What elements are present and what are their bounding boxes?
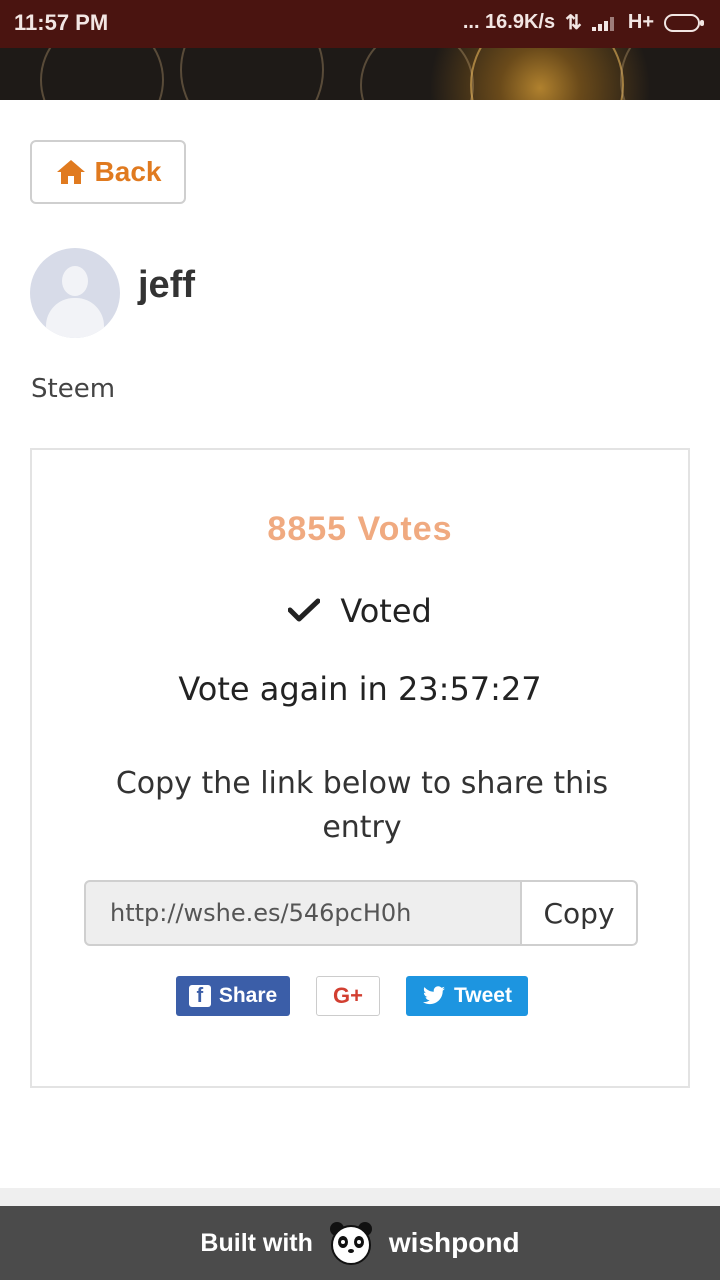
network-type: H+: [627, 11, 654, 33]
status-bar: 11:57 PM ... 16.9K/s ⇅ H+: [0, 0, 720, 48]
share-link-input[interactable]: [84, 880, 522, 946]
vote-count: 8855 Votes: [267, 510, 453, 548]
googleplus-share-button[interactable]: G+: [316, 976, 380, 1016]
entry-username: jeff: [138, 264, 195, 306]
battery-icon: [664, 13, 704, 32]
copy-link-button[interactable]: Copy: [522, 880, 638, 946]
vote-again-countdown: Vote again in 23:57:27: [178, 670, 542, 708]
footer-divider: [0, 1188, 720, 1206]
panda-icon: [329, 1222, 372, 1265]
tweet-label: Tweet: [454, 984, 512, 1007]
voted-label: Voted: [340, 592, 432, 630]
status-time: 11:57 PM: [14, 10, 109, 35]
twitter-tweet-button[interactable]: Tweet: [406, 976, 528, 1016]
share-prompt: Copy the link below to share this entry: [115, 766, 609, 845]
header-banner-image: [0, 48, 720, 100]
back-button[interactable]: Back: [30, 140, 186, 204]
facebook-share-label: Share: [218, 984, 278, 1007]
vote-card: 8855 Votes Voted Vote again in 23:57:27 …: [30, 448, 690, 1088]
footer[interactable]: Built with wishpond: [0, 1206, 720, 1280]
entry-category: Steem: [31, 374, 116, 404]
avatar: [30, 248, 120, 338]
data-transfer-icon: ⇅: [565, 12, 582, 34]
voted-status: Voted: [32, 592, 688, 630]
status-indicators: ... 16.9K/s ⇅ H+: [462, 10, 704, 35]
built-with-label: Built with: [200, 1228, 313, 1257]
check-icon: [288, 598, 321, 622]
facebook-share-button[interactable]: f Share: [176, 976, 290, 1016]
signal-icon: [591, 15, 618, 31]
home-icon: [56, 160, 85, 184]
twitter-bird-icon: [423, 986, 446, 1005]
network-speed: ... 16.9K/s: [462, 11, 556, 33]
facebook-icon: f: [188, 985, 211, 1007]
wishpond-brand: wishpond: [388, 1227, 520, 1258]
back-button-label: Back: [94, 156, 162, 187]
